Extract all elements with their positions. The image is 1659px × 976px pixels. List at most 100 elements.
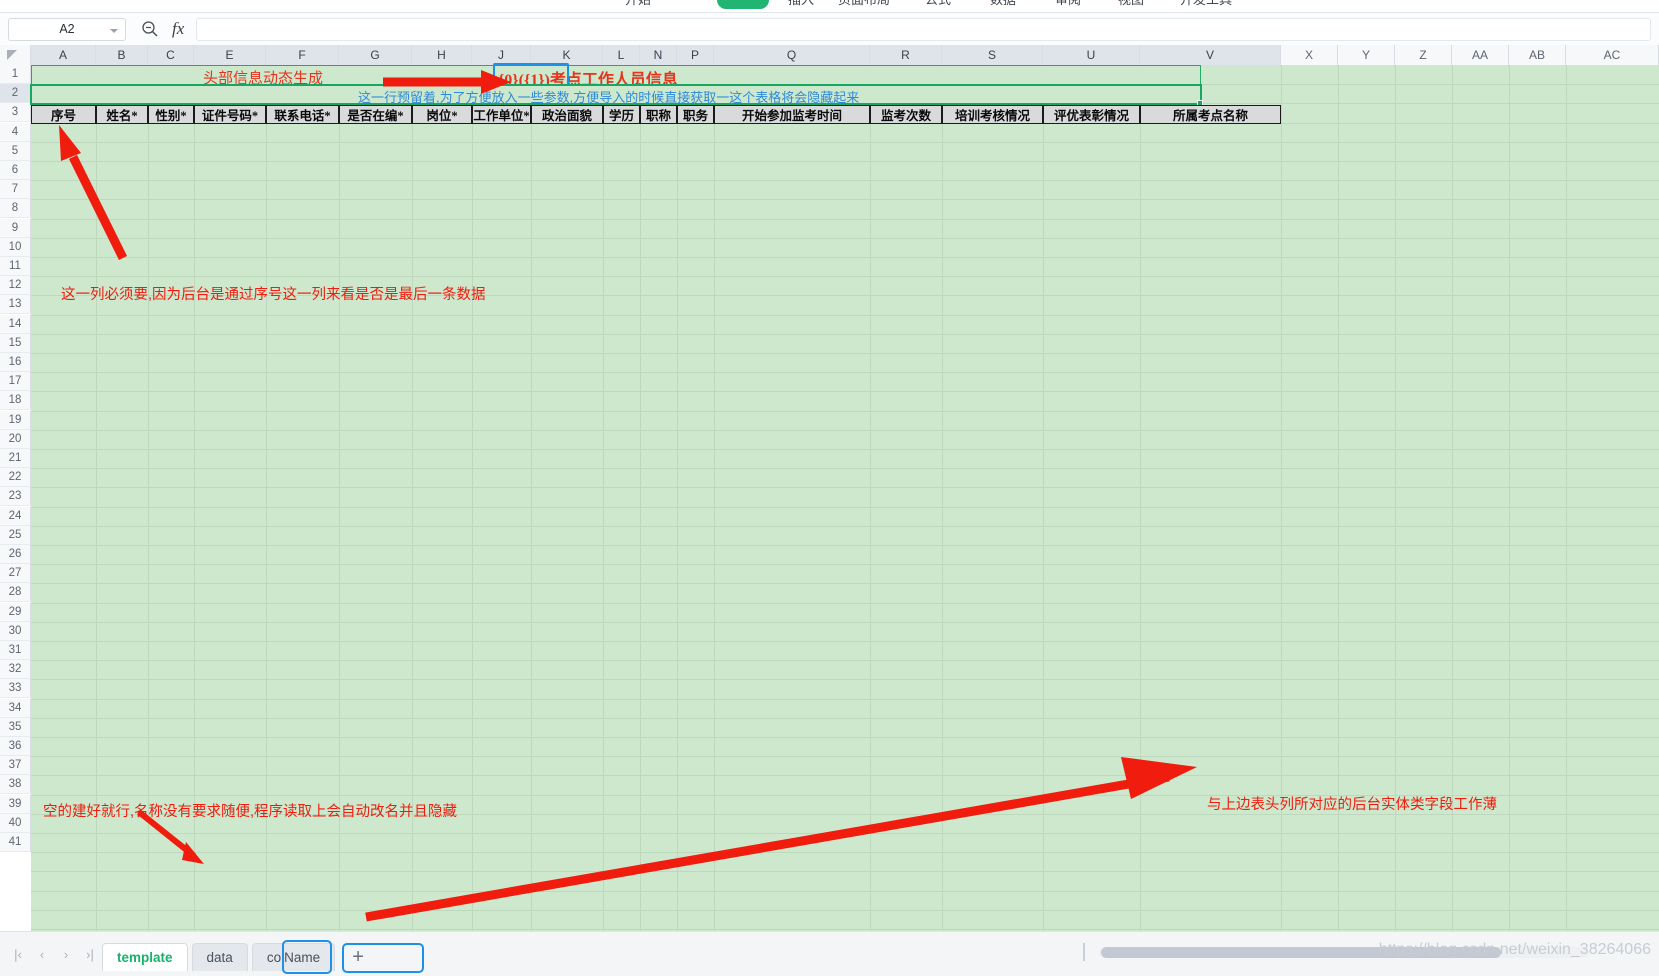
row-header-38[interactable]: 38 [0,775,31,795]
row-header-10[interactable]: 10 [0,237,31,257]
column-header-c[interactable]: C [148,45,194,65]
row-header-39[interactable]: 39 [0,794,31,814]
row-header-17[interactable]: 17 [0,372,31,392]
table-header-cell[interactable]: 学历 [603,105,640,124]
table-header-cell[interactable]: 职称 [640,105,677,124]
column-header-s[interactable]: S [942,45,1043,65]
row-header-14[interactable]: 14 [0,314,31,334]
next-sheet-icon[interactable]: › [54,942,78,966]
row-header-6[interactable]: 6 [0,161,31,180]
row-header-12[interactable]: 12 [0,276,31,296]
sheet-tab-template[interactable]: template [102,942,188,971]
first-sheet-icon[interactable]: |‹ [6,942,30,966]
row-header-20[interactable]: 20 [0,429,31,449]
column-header-u[interactable]: U [1043,45,1140,65]
table-header-cell[interactable]: 评优表彰情况 [1043,105,1140,124]
row-header-5[interactable]: 5 [0,141,31,161]
select-all-corner[interactable] [0,45,31,65]
column-header-aa[interactable]: AA [1452,45,1509,65]
chevron-down-icon[interactable] [110,28,118,33]
row-header-24[interactable]: 24 [0,506,31,526]
row-header-32[interactable]: 32 [0,660,31,680]
row-header-40[interactable]: 40 [0,813,31,833]
row-header-13[interactable]: 13 [0,295,31,315]
row-header-27[interactable]: 27 [0,564,31,584]
prev-sheet-icon[interactable]: ‹ [30,942,54,966]
row-header-15[interactable]: 15 [0,333,31,353]
ribbon-item-5[interactable]: 审阅 [1055,0,1081,8]
column-header-l[interactable]: L [603,45,640,65]
ribbon-item-7[interactable]: 开发工具 [1180,0,1232,8]
split-handle[interactable] [1083,943,1085,961]
ribbon-item-1[interactable]: 插入 [788,0,814,8]
column-header-g[interactable]: G [339,45,412,65]
row-header-23[interactable]: 23 [0,487,31,507]
row-header-2[interactable]: 2 [0,84,31,104]
column-header-b[interactable]: B [96,45,148,65]
ribbon-item-3[interactable]: 公式 [925,0,951,8]
table-header-cell[interactable]: 岗位* [412,105,472,124]
spreadsheet-grid[interactable]: A B C E F G H J K L N P Q R S U V X Y Z AA AB AC 1 2 3 4 5 6 7 8 9 10 11… [0,45,1659,931]
row-header-33[interactable]: 33 [0,679,31,699]
column-header-h[interactable]: H [412,45,472,65]
table-header-cell[interactable]: 工作单位* [472,105,531,124]
row-header-11[interactable]: 11 [0,257,31,276]
row-header-30[interactable]: 30 [0,621,31,641]
row-header-37[interactable]: 37 [0,756,31,776]
sheet-tab-colname[interactable]: colName [251,942,336,971]
column-header-q[interactable]: Q [714,45,870,65]
row-header-29[interactable]: 29 [0,602,31,622]
ribbon-item-0[interactable]: 开始 [625,0,651,8]
row-header-41[interactable]: 41 [0,833,31,852]
sheet-tab-data[interactable]: data [191,942,248,971]
ribbon-item-4[interactable]: 数据 [990,0,1016,8]
table-header-cell[interactable]: 培训考核情况 [942,105,1043,124]
row-header-16[interactable]: 16 [0,353,31,372]
table-header-cell[interactable]: 所属考点名称 [1140,105,1281,124]
ribbon-item-6[interactable]: 视图 [1118,0,1144,8]
name-box[interactable]: A2 [8,17,126,41]
row-header-22[interactable]: 22 [0,468,31,488]
row-header-25[interactable]: 25 [0,525,31,545]
row-header-18[interactable]: 18 [0,391,31,411]
row-header-26[interactable]: 26 [0,545,31,564]
row-header-19[interactable]: 19 [0,410,31,430]
add-sheet-button[interactable]: + [345,945,371,971]
table-header-cell[interactable]: 联系电话* [266,105,339,124]
column-header-y[interactable]: Y [1338,45,1395,65]
formula-input[interactable] [196,17,1651,41]
last-sheet-icon[interactable]: ›| [78,942,102,966]
row-header-4[interactable]: 4 [0,122,31,142]
column-header-n[interactable]: N [640,45,677,65]
row-header-3[interactable]: 3 [0,103,31,123]
column-header-k[interactable]: K [531,45,603,65]
table-header-cell[interactable]: 政治面貌 [531,105,603,124]
row-header-21[interactable]: 21 [0,449,31,468]
table-header-cell[interactable]: 证件号码* [194,105,266,124]
row-header-31[interactable]: 31 [0,641,31,660]
table-header-cell[interactable]: 是否在编* [339,105,412,124]
row-header-7[interactable]: 7 [0,180,31,200]
column-header-p[interactable]: P [677,45,714,65]
row-header-34[interactable]: 34 [0,698,31,718]
cells-area[interactable]: 头部信息动态生成 {0}({1})考点工作人员信息 这一行预留着,为了方便放入一… [30,63,1659,931]
row-header-9[interactable]: 9 [0,218,31,238]
row-header-35[interactable]: 35 [0,717,31,737]
table-header-cell[interactable]: 姓名* [96,105,148,124]
table-header-cell[interactable]: 开始参加监考时间 [714,105,870,124]
row-header-1[interactable]: 1 [0,65,31,84]
row-header-8[interactable]: 8 [0,199,31,219]
column-header-z[interactable]: Z [1395,45,1452,65]
column-header-x[interactable]: X [1281,45,1338,65]
row-header-36[interactable]: 36 [0,737,31,756]
ribbon-item-2[interactable]: 页面布局 [838,0,890,8]
column-header-v[interactable]: V [1140,45,1281,65]
search-icon[interactable] [140,19,160,39]
column-header-ab[interactable]: AB [1509,45,1566,65]
column-header-ac[interactable]: AC [1566,45,1659,65]
column-header-r[interactable]: R [870,45,942,65]
table-header-cell[interactable]: 职务 [677,105,714,124]
table-header-cell[interactable]: 监考次数 [870,105,942,124]
row-header-28[interactable]: 28 [0,583,31,603]
column-header-f[interactable]: F [266,45,339,65]
